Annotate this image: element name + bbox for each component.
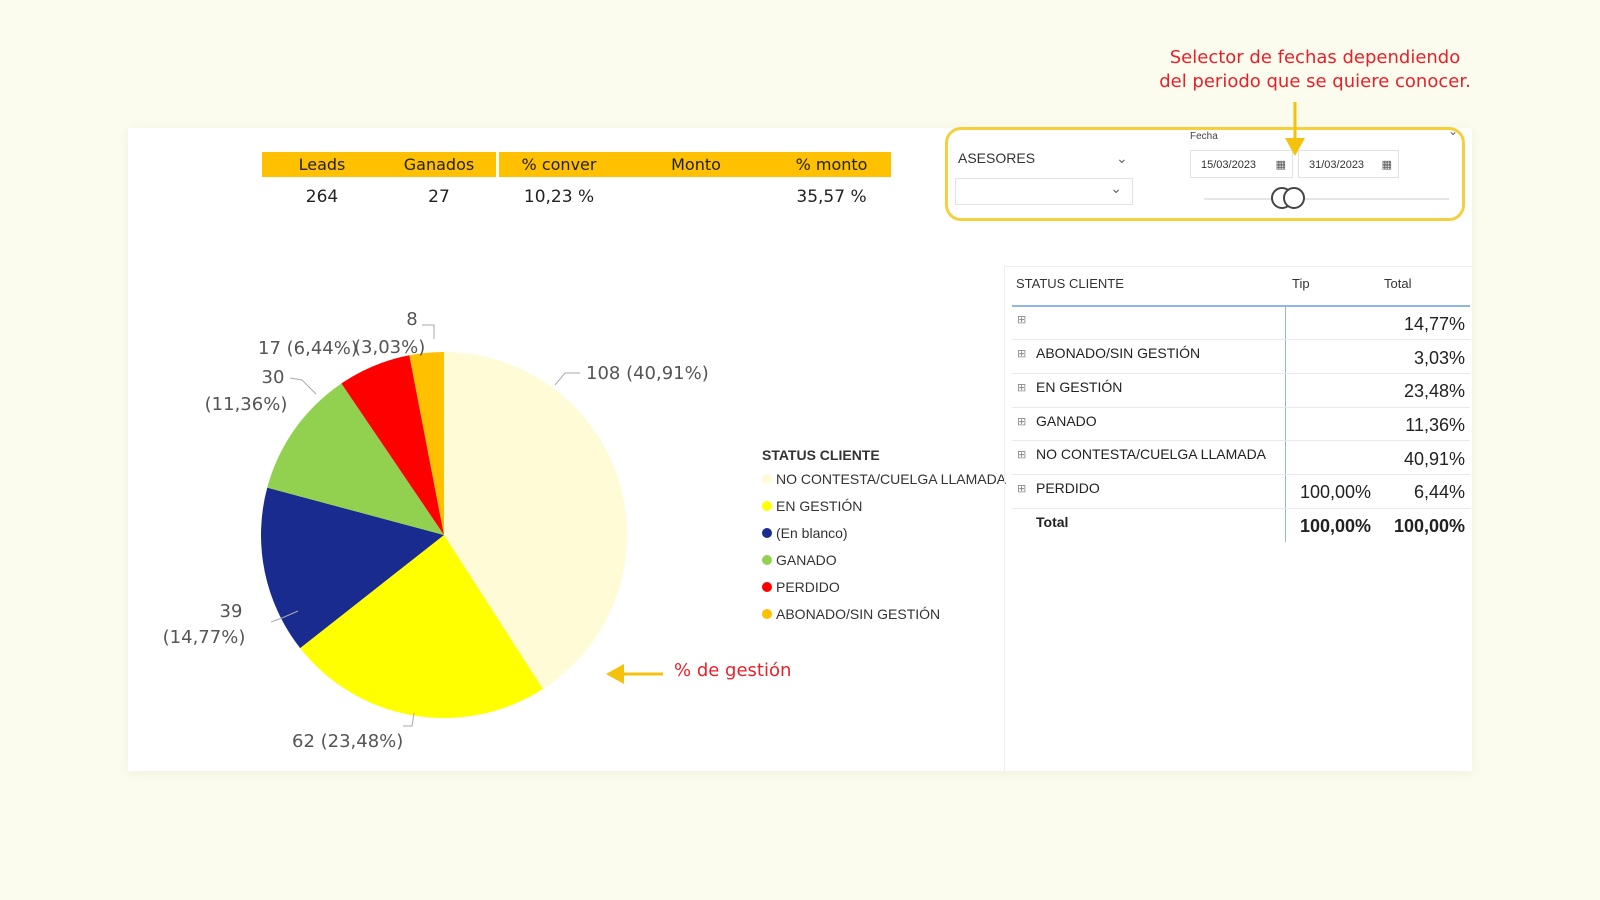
expand-icon[interactable]: ⊞	[1017, 482, 1026, 495]
table-column-divider	[1285, 307, 1286, 542]
table-top-border	[1004, 266, 1472, 267]
legend-swatch	[762, 609, 772, 619]
expand-icon[interactable]: ⊞	[1017, 347, 1026, 360]
table-row-total: 3,03%	[1413, 348, 1465, 368]
table-header-underline	[1012, 305, 1470, 307]
legend-label: NO CONTESTA/CUELGA LLAMADA	[776, 471, 1007, 487]
row-divider	[1012, 407, 1470, 408]
table-row-total: 23,48%	[1403, 381, 1465, 401]
end-date-input[interactable]: 31/03/2023 ▦	[1298, 150, 1399, 178]
fecha-label: Fecha	[1190, 131, 1218, 142]
table-row-label: EN GESTIÓN	[1036, 379, 1123, 395]
row-divider	[1012, 508, 1470, 509]
table-total-label: Total	[1036, 514, 1069, 530]
legend-swatch	[762, 501, 772, 511]
legend-item-ganado[interactable]: GANADO	[762, 552, 837, 568]
label-en-blanco-count: 39	[220, 601, 243, 622]
table-header-status[interactable]: STATUS CLIENTE	[1016, 276, 1124, 291]
date-selector-annotation: Selector de fechas dependiendo del perio…	[1150, 46, 1480, 94]
table-row-label: PERDIDO	[1036, 480, 1100, 496]
expand-icon[interactable]: ⊞	[1017, 415, 1026, 428]
label-no-contesta: 108 (40,91%)	[586, 363, 709, 384]
table-header-tip[interactable]: Tip	[1292, 276, 1310, 291]
row-divider	[1012, 440, 1470, 441]
date-selector-arrow-head	[1285, 138, 1305, 156]
expand-icon[interactable]: ⊞	[1017, 448, 1026, 461]
table-total-tip: 100,00%	[1299, 516, 1371, 536]
legend-swatch	[762, 555, 772, 565]
gestion-annotation: % de gestión	[674, 660, 792, 681]
table-row-total: 40,91%	[1403, 449, 1465, 469]
row-divider	[1012, 339, 1470, 340]
table-row-total: 14,77%	[1403, 314, 1465, 334]
table-row-label: ABONADO/SIN GESTIÓN	[1036, 345, 1201, 361]
label-en-gestion: 62 (23,48%)	[292, 731, 403, 752]
table-total-value: 100,00%	[1393, 516, 1465, 536]
annotation-line-2: del periodo que se quiere conocer.	[1159, 71, 1471, 92]
legend-label: EN GESTIÓN	[776, 498, 863, 514]
label-abonado-pct: (3,03%)	[354, 337, 425, 358]
start-date-value: 15/03/2023	[1201, 159, 1257, 171]
table-row-total: 11,36%	[1405, 415, 1465, 435]
end-date-value: 31/03/2023	[1309, 159, 1365, 171]
start-date-input[interactable]: 15/03/2023 ▦	[1190, 150, 1293, 178]
date-selector-arrow	[1285, 102, 1305, 156]
legend-swatch	[762, 528, 772, 538]
date-range-slider-end-handle[interactable]	[1283, 187, 1305, 209]
label-en-blanco-pct: (14,77%)	[163, 627, 246, 648]
chevron-down-icon[interactable]: ⌄	[1116, 150, 1128, 167]
calendar-icon[interactable]: ▦	[1382, 151, 1392, 179]
gestion-arrow-head	[606, 664, 624, 684]
legend-item-abonado[interactable]: ABONADO/SIN GESTIÓN	[762, 606, 940, 622]
legend-item-perdido[interactable]: PERDIDO	[762, 579, 840, 595]
row-divider	[1012, 373, 1470, 374]
expand-icon[interactable]: ⊞	[1017, 381, 1026, 394]
chevron-down-icon: ⌄	[1110, 180, 1122, 196]
legend-swatch	[762, 582, 772, 592]
annotation-line-1: Selector de fechas dependiendo	[1169, 47, 1461, 68]
legend-title: STATUS CLIENTE	[762, 447, 880, 463]
date-range-slider-track[interactable]	[1204, 198, 1449, 200]
legend-swatch	[762, 474, 772, 484]
table-left-border	[1004, 266, 1005, 771]
table-row-total: 6,44%	[1413, 482, 1465, 502]
expand-icon[interactable]: ⊞	[1017, 313, 1026, 326]
table-header-total[interactable]: Total	[1384, 276, 1411, 291]
table-row-label: NO CONTESTA/CUELGA LLAMADA	[1036, 446, 1267, 462]
legend-label: GANADO	[776, 552, 837, 568]
row-divider	[1012, 474, 1470, 475]
legend-label: PERDIDO	[776, 579, 840, 595]
legend-item-en-blanco[interactable]: (En blanco)	[762, 525, 848, 541]
legend-label: ABONADO/SIN GESTIÓN	[776, 606, 941, 622]
table-row-tip: 100,00%	[1299, 482, 1371, 502]
legend-label: (En blanco)	[776, 525, 848, 541]
label-ganado-pct: (11,36%)	[205, 394, 288, 415]
leader-line-no-contesta	[554, 372, 580, 386]
status-pie-chart: 108 (40,91%) 62 (23,48%) 39 (14,77%) 30 …	[163, 309, 709, 752]
label-perdido: 17 (6,44%)	[258, 338, 358, 359]
legend-item-no-contesta[interactable]: NO CONTESTA/CUELGA LLAMADA	[762, 471, 1006, 487]
leader-line-ganado	[289, 377, 317, 395]
legend-item-en-gestion[interactable]: EN GESTIÓN	[762, 498, 862, 514]
table-row-label: GANADO	[1036, 413, 1097, 429]
label-ganado-count: 30	[262, 367, 285, 388]
label-abonado-count: 8	[406, 309, 417, 330]
chevron-down-icon[interactable]: ⌄	[1448, 124, 1458, 138]
